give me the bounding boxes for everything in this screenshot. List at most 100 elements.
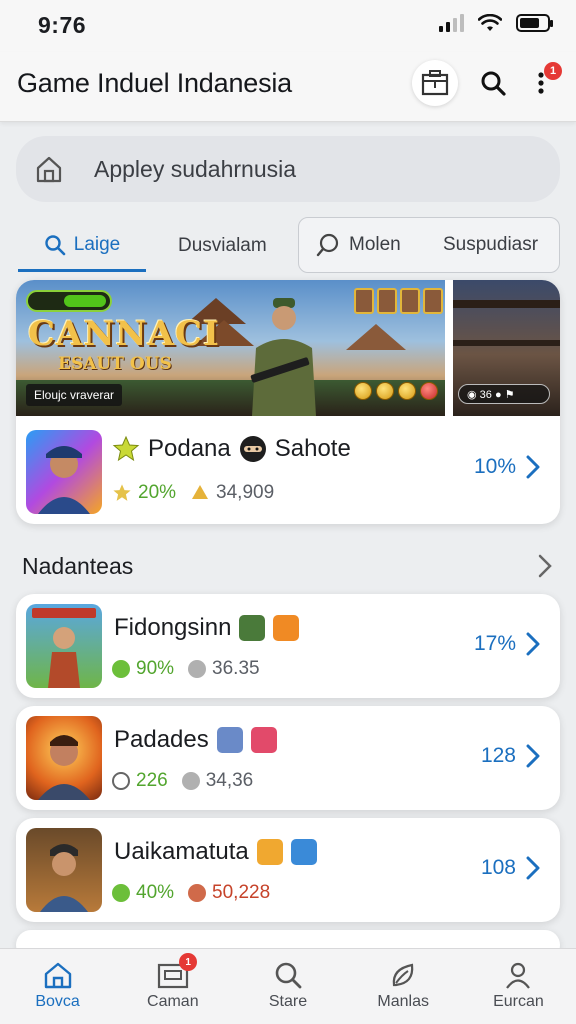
spiral-badge-icon [256,839,283,865]
search-icon [275,962,302,989]
portrait-badge-icon [290,839,317,865]
side-stat-value: 36 [479,389,492,401]
game-percent: 226 [136,770,168,791]
side-banner[interactable]: ◉ 36 ● ⚑ [453,280,560,416]
coin-icon [188,884,207,902]
banner-title: CANNACI [28,314,220,354]
game-count: 50,228 [212,882,271,903]
game-character-icon [40,844,88,912]
portrait-badge-icon [216,727,243,753]
game-card[interactable]: Fidongsinn 90% 36.35 17% [16,594,560,698]
chevron-right-icon[interactable] [538,554,552,578]
featured-count: 34,909 [216,482,275,503]
featured-title: Podana [148,435,231,462]
game-stats: 40% 50,228 [112,882,270,904]
nav-label: Eurcan [493,993,544,1010]
game-count: 34,36 [205,770,254,791]
featured-game-icon[interactable] [26,430,102,514]
chevron-right-icon [526,856,540,880]
tab-dusvialam[interactable]: Dusvialam [178,220,267,272]
shell-icon [192,485,209,499]
game-title-row: Padades [114,726,277,754]
banner-subtitle: ESAUT OUS [58,354,172,374]
tools-badge-icon [273,615,300,641]
status-bar: 9:76 [0,0,576,52]
tab-molen[interactable]: Molen [315,218,401,272]
game-character-icon [38,735,90,800]
game-character-icon [38,446,90,514]
game-title-row: Fidongsinn [114,614,300,642]
tab-label: Dusvialam [178,235,267,256]
ninja-icon [239,436,266,462]
game-icon[interactable] [26,716,102,800]
search-icon [45,234,66,255]
gem-icon [112,660,130,678]
game-right[interactable]: 108 [481,856,540,880]
nav-label: Bovca [35,993,80,1010]
nav-item-profile[interactable]: Eurcan [461,949,576,1024]
soldier-illustration [250,298,316,416]
chevron-right-icon [526,744,540,768]
game-icon[interactable] [26,828,102,912]
nav-label: Stare [268,993,308,1010]
featured-banner[interactable]: CANNACI ESAUT OUS Eloujc vraverar [16,280,445,416]
tab-label: Suspudiasr [443,234,539,255]
wifi-icon [478,14,502,31]
nav-label: Manlas [377,993,429,1010]
nav-item-manlas[interactable]: Manlas [346,949,461,1024]
gem-icon [112,884,130,902]
game-icon[interactable] [26,604,102,688]
featured-right[interactable]: 10% [474,455,540,479]
game-percent: 40% [136,882,175,903]
banner-tag: Eloujc vraverar [26,384,123,406]
section-title: Nadanteas [22,552,134,579]
game-percent: 90% [136,658,175,679]
notification-badge: 1 [544,62,562,80]
more-options-button[interactable]: 1 [518,60,564,106]
leaf-icon [392,963,414,987]
game-stats: 226 34,36 [112,770,253,792]
featured-title-extra: Sahote [274,435,351,462]
game-stats: 90% 36.35 [112,658,260,680]
tab-suspudiasr[interactable]: Suspudiasr [443,218,538,272]
nav-item-home[interactable]: Bovca [0,949,115,1024]
tab-label: Laige [73,233,121,255]
status-time: 9:76 [38,12,87,38]
chevron-right-icon [526,455,540,479]
game-title: Uaikamatuta [114,838,249,865]
coin-icons [354,382,438,400]
nav-item-search[interactable]: Stare [230,949,345,1024]
profile-icon [506,962,531,989]
lock-badge-icon [250,727,277,753]
battery-icon [516,14,553,32]
nav-item-store[interactable]: 1 Caman [115,949,230,1024]
game-card[interactable]: Padades 226 34,36 128 [16,706,560,810]
bottom-nav: Bovca 1 Caman Stare Manlas Eurcan [0,948,576,1024]
game-count: 36.35 [212,658,260,679]
leaf-icon [112,772,130,790]
search-bar[interactable] [16,136,560,202]
game-title: Fidongsinn [114,614,232,641]
tab-label: Molen [349,234,401,255]
game-character-icon [32,608,96,688]
app-title: Game Induel Indanesia [17,68,292,98]
featured-card[interactable]: CANNACI ESAUT OUS Eloujc vraverar ◉ 36 ●… [16,280,560,524]
nav-badge: 1 [179,953,198,971]
game-right[interactable]: 128 [481,744,540,768]
featured-percent: 20% [138,482,177,503]
search-button[interactable] [470,60,516,106]
star-icon [113,484,131,501]
game-card[interactable]: Uaikamatuta 40% 50,228 108 [16,818,560,922]
game-title: Padades [114,726,209,753]
game-right-value: 128 [480,744,516,767]
progress-pill [26,290,112,312]
tab-laige[interactable]: Laige [18,220,146,272]
side-banner-stat: ◉ 36 ● ⚑ [458,384,550,404]
featured-stats: 20% 34,909 [112,482,274,504]
featured-title-row: Podana Sahote [112,435,351,463]
star-icon [112,435,140,462]
store-button[interactable] [412,60,458,106]
game-right[interactable]: 17% [474,632,540,656]
signal-icon [439,14,464,32]
search-input[interactable] [94,155,514,183]
